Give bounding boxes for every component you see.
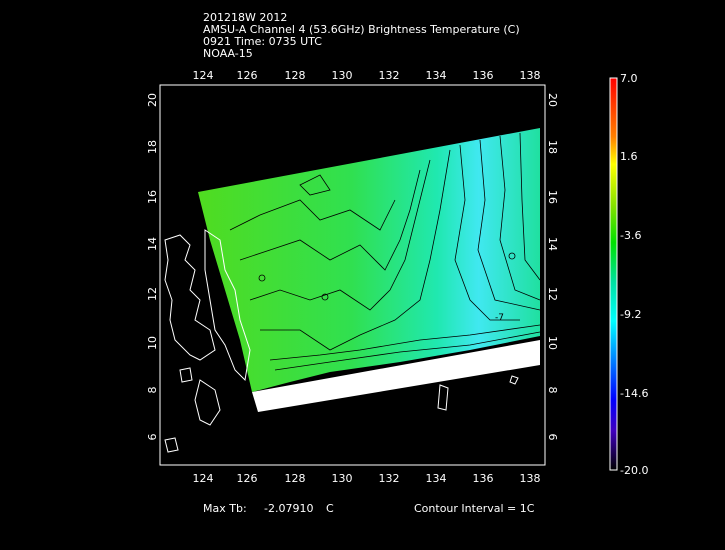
svg-text:132: 132	[379, 472, 400, 485]
svg-text:136: 136	[473, 69, 494, 82]
svg-text:136: 136	[473, 472, 494, 485]
contour-interval: Contour Interval = 1C	[414, 502, 535, 515]
svg-text:6: 6	[546, 434, 559, 441]
svg-text:18: 18	[146, 140, 159, 154]
max-tb-value: -2.07910	[264, 502, 314, 515]
svg-text:14: 14	[546, 237, 559, 251]
svg-text:12: 12	[546, 287, 559, 301]
svg-text:1.6: 1.6	[620, 150, 638, 163]
svg-text:10: 10	[546, 336, 559, 350]
svg-text:18: 18	[546, 140, 559, 154]
contour-label: -7	[495, 313, 504, 323]
svg-text:128: 128	[285, 472, 306, 485]
svg-text:130: 130	[332, 69, 353, 82]
svg-text:126: 126	[237, 472, 258, 485]
svg-text:6: 6	[146, 434, 159, 441]
svg-text:14: 14	[146, 237, 159, 251]
lat-labels-right: 20 18 16 14 12 10 8 6	[546, 93, 559, 441]
lon-labels-bottom: 124 126 128 130 132 134 136 138	[193, 472, 541, 485]
svg-text:-20.0: -20.0	[620, 464, 648, 477]
svg-text:-9.2: -9.2	[620, 308, 641, 321]
svg-text:12: 12	[146, 287, 159, 301]
lon-labels-top: 124 126 128 130 132 134 136 138	[193, 69, 541, 82]
map-figure: -7 124 126 128 130 132 134 136 138 124 126 128 130…	[146, 69, 648, 485]
svg-text:8: 8	[546, 387, 559, 394]
svg-text:16: 16	[546, 190, 559, 204]
svg-text:7.0: 7.0	[620, 72, 638, 85]
svg-text:-3.6: -3.6	[620, 229, 641, 242]
svg-text:124: 124	[193, 472, 214, 485]
svg-text:138: 138	[520, 69, 541, 82]
svg-text:134: 134	[426, 472, 447, 485]
max-tb-unit: C	[326, 502, 334, 515]
svg-text:8: 8	[146, 387, 159, 394]
max-tb-label: Max Tb:	[203, 502, 247, 515]
lat-labels-left: 20 18 16 14 12 10 8 6	[146, 93, 159, 441]
svg-text:-14.6: -14.6	[620, 387, 648, 400]
svg-text:20: 20	[146, 93, 159, 107]
svg-text:126: 126	[237, 69, 258, 82]
svg-text:134: 134	[426, 69, 447, 82]
svg-text:128: 128	[285, 69, 306, 82]
svg-text:16: 16	[146, 190, 159, 204]
svg-text:138: 138	[520, 472, 541, 485]
svg-text:130: 130	[332, 472, 353, 485]
svg-text:132: 132	[379, 69, 400, 82]
svg-text:124: 124	[193, 69, 214, 82]
svg-text:10: 10	[146, 336, 159, 350]
colorbar: 7.0 1.6 -3.6 -9.2 -14.6 -20.0	[609, 72, 648, 477]
svg-text:20: 20	[546, 93, 559, 107]
